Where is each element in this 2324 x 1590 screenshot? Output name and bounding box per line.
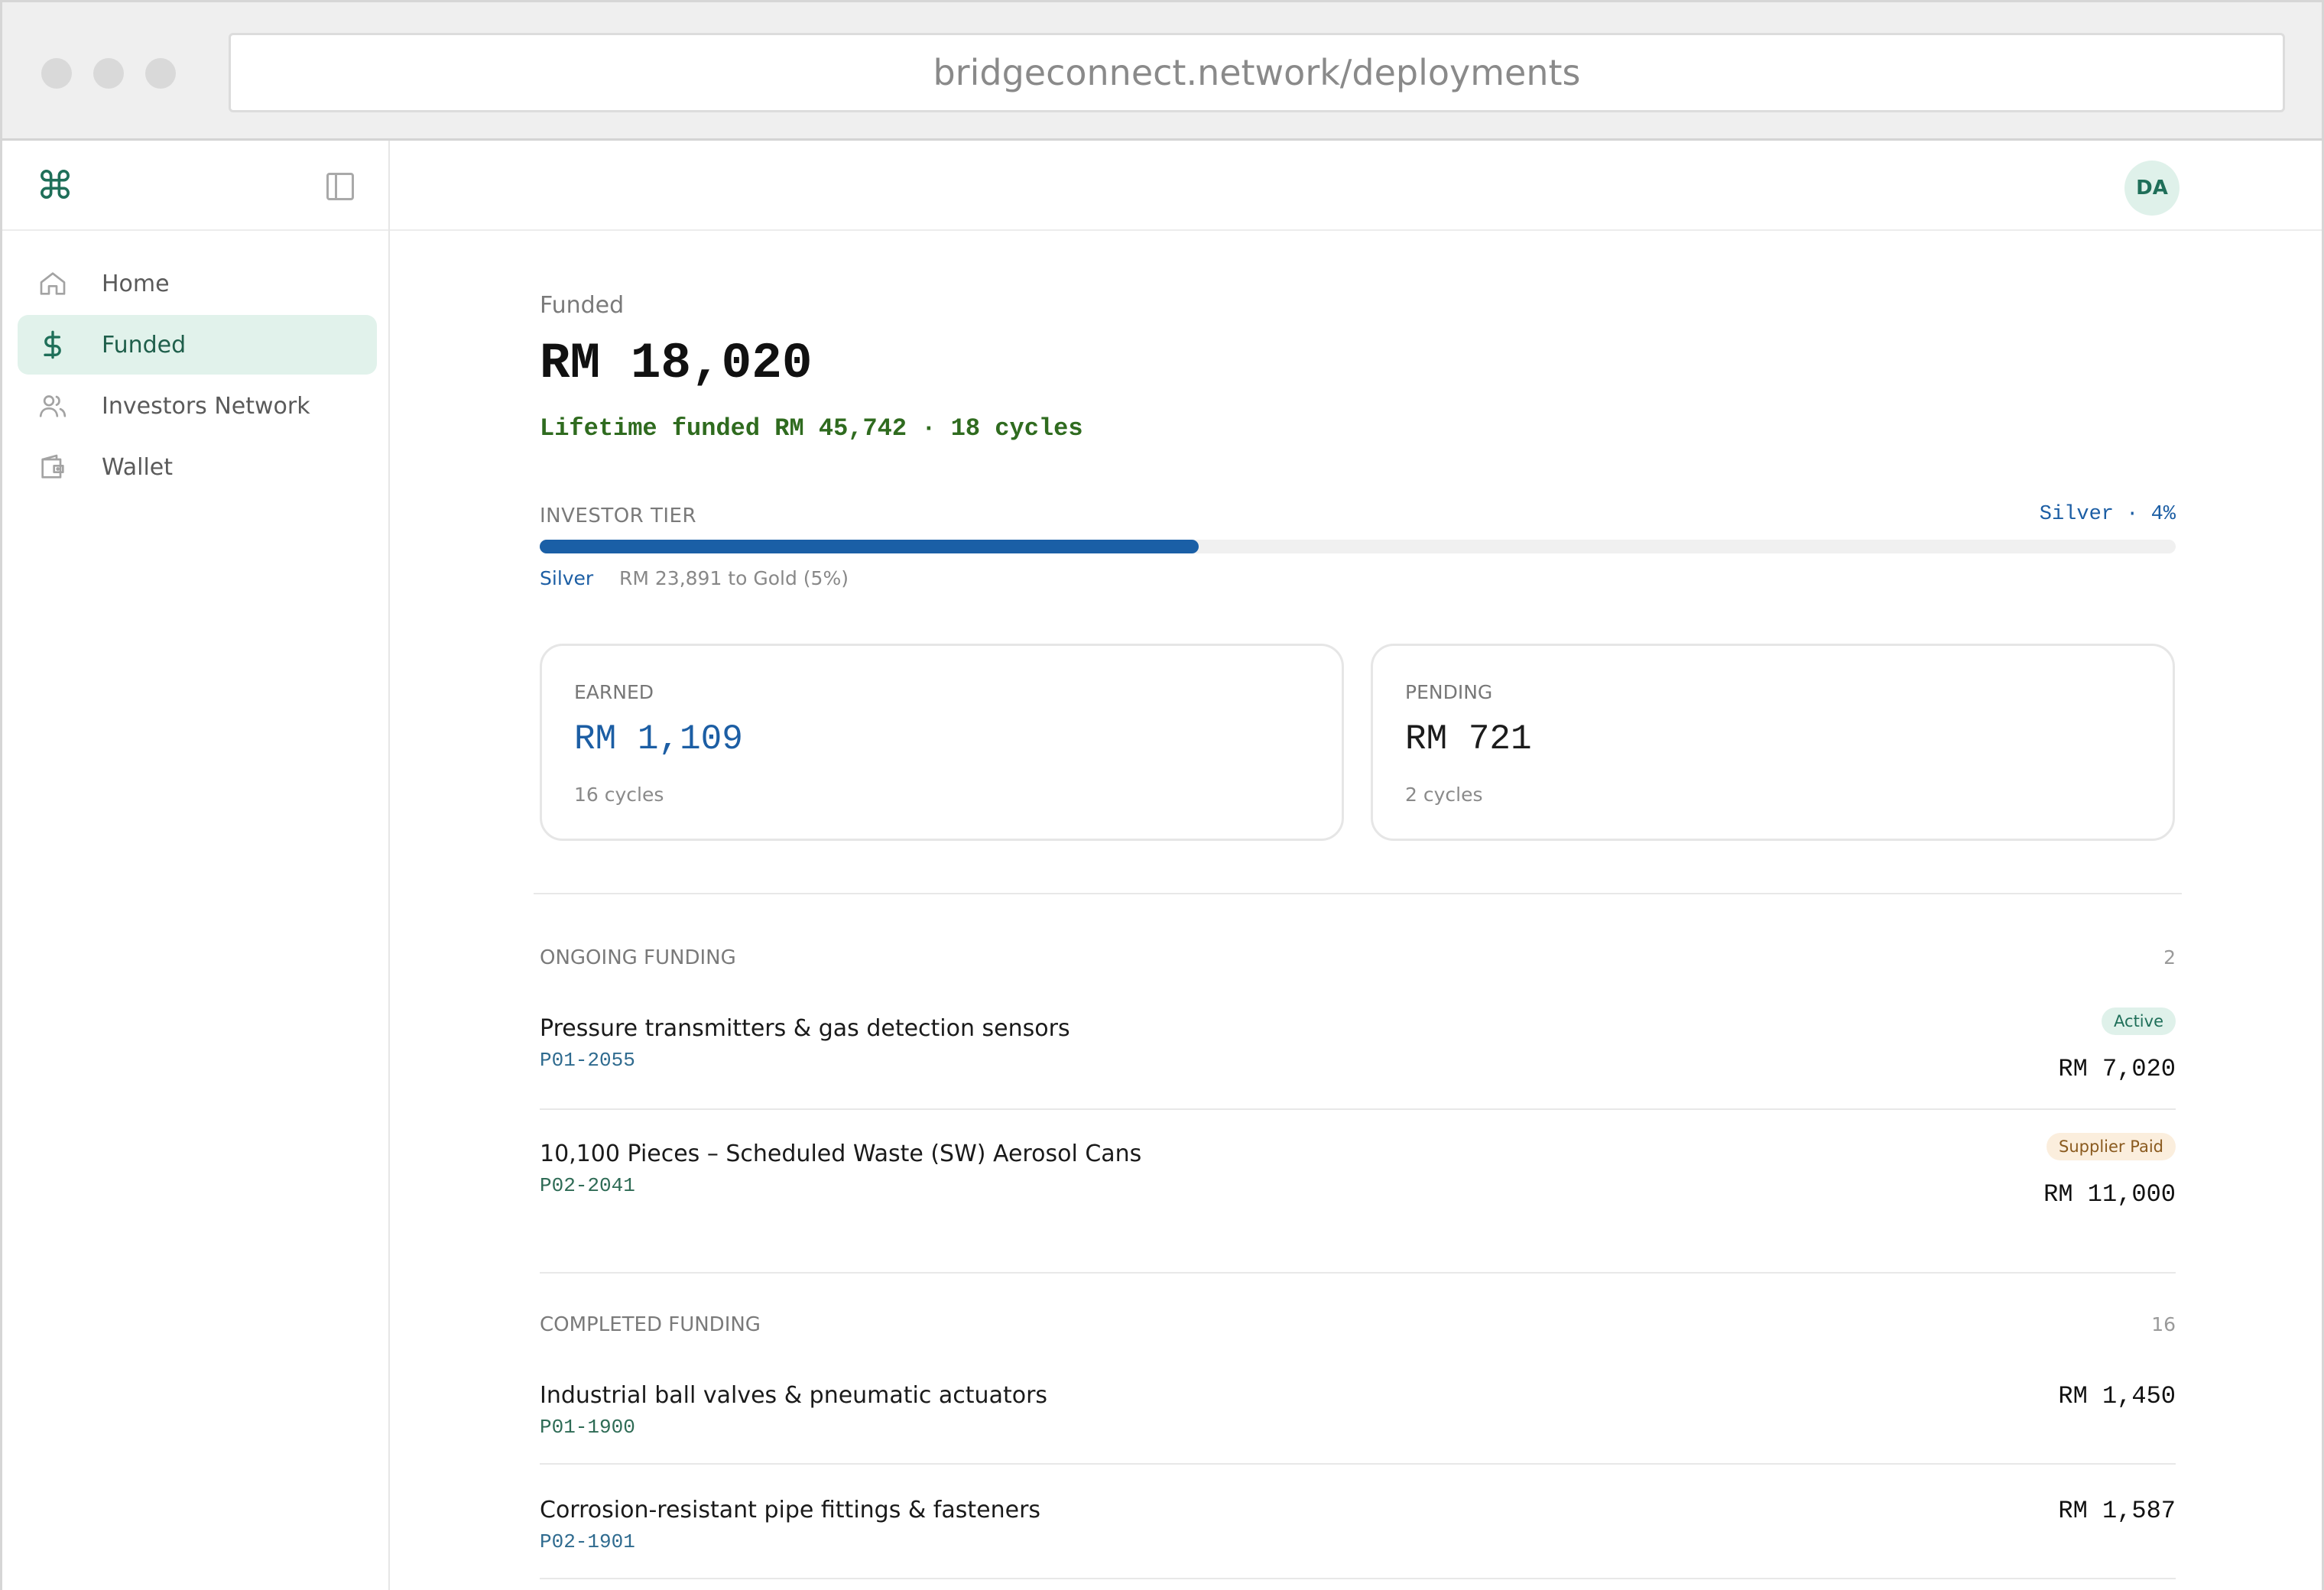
sidebar-toggle-icon[interactable]: [326, 173, 354, 200]
funding-title: Industrial ball valves & pneumatic actua…: [540, 1382, 1048, 1409]
command-icon[interactable]: ⌘: [36, 164, 74, 208]
funding-amount: RM 1,450: [2058, 1382, 2176, 1410]
sidebar-item-investors-network[interactable]: Investors Network: [18, 376, 377, 436]
pending-cycles: 2 cycles: [1405, 784, 1483, 806]
avatar[interactable]: DA: [2124, 161, 2180, 216]
window-minimize-dot[interactable]: [93, 58, 124, 89]
pending-card: PENDING RM 721 2 cycles: [1371, 644, 2175, 841]
funding-title: 10,100 Pieces – Scheduled Waste (SW) Aer…: [540, 1141, 1142, 1167]
investor-tier-rate: Silver · 4%: [2039, 503, 2176, 526]
top-bar: DA: [390, 141, 2322, 231]
row-divider: [540, 1578, 2176, 1579]
section-divider: [540, 1272, 2176, 1274]
row-divider: [540, 1108, 2176, 1110]
home-icon: [37, 268, 68, 299]
address-bar[interactable]: bridgeconnect.network/deployments: [229, 33, 2285, 112]
sidebar-item-label: Wallet: [102, 453, 174, 481]
window-close-dot[interactable]: [41, 58, 72, 89]
funding-title: Corrosion-resistant pipe fittings & fast…: [540, 1497, 1041, 1523]
funding-amount: RM 1,587: [2058, 1497, 2176, 1525]
users-icon: [37, 391, 68, 421]
earned-value: RM 1,109: [574, 719, 743, 759]
sidebar-item-label: Investors Network: [102, 392, 310, 420]
row-divider: [540, 1463, 2176, 1465]
completed-funding-title: COMPLETED FUNDING: [540, 1313, 761, 1336]
app-window: ⌘ Home Funded Investors Network Wallet D…: [0, 141, 2324, 1590]
sidebar-item-home[interactable]: Home: [18, 254, 377, 313]
status-badge: Active: [2102, 1008, 2176, 1035]
funding-id[interactable]: P01-1900: [540, 1416, 635, 1439]
funded-label: Funded: [540, 292, 625, 319]
sidebar-item-funded[interactable]: Funded: [18, 315, 377, 375]
ongoing-funding-title: ONGOING FUNDING: [540, 946, 736, 969]
earned-label: EARNED: [574, 681, 654, 703]
sidebar-item-label: Home: [102, 270, 170, 297]
earned-card: EARNED RM 1,109 16 cycles: [540, 644, 1344, 841]
tier-name: Silver: [540, 567, 594, 589]
sidebar-header: ⌘: [2, 141, 388, 231]
funding-id[interactable]: P02-1901: [540, 1530, 635, 1553]
lifetime-funded-summary: Lifetime funded RM 45,742 · 18 cycles: [540, 414, 1083, 443]
funded-amount: RM 18,020: [540, 335, 813, 392]
window-maximize-dot[interactable]: [145, 58, 176, 89]
sidebar-item-wallet[interactable]: Wallet: [18, 437, 377, 497]
dollar-icon: [37, 329, 68, 360]
funding-id[interactable]: P02-2041: [540, 1174, 635, 1197]
sidebar-item-label: Funded: [102, 331, 187, 359]
completed-funding-count: 16: [2151, 1313, 2176, 1335]
sidebar-nav: Home Funded Investors Network Wallet: [18, 254, 377, 498]
pending-label: PENDING: [1405, 681, 1493, 703]
section-divider: [534, 893, 2182, 894]
pending-value: RM 721: [1405, 719, 1532, 759]
earned-cycles: 16 cycles: [574, 784, 664, 806]
status-badge: Supplier Paid: [2046, 1133, 2176, 1160]
wallet-icon: [37, 452, 68, 482]
funding-title: Pressure transmitters & gas detection se…: [540, 1015, 1070, 1042]
funding-id[interactable]: P01-2055: [540, 1049, 635, 1072]
tier-next-note: RM 23,891 to Gold (5%): [619, 567, 849, 589]
investor-tier-label: INVESTOR TIER: [540, 505, 697, 527]
funding-amount: RM 11,000: [2043, 1180, 2176, 1209]
ongoing-funding-count: 2: [2163, 946, 2176, 969]
funding-amount: RM 7,020: [2058, 1055, 2176, 1083]
browser-chrome: bridgeconnect.network/deployments: [0, 0, 2324, 141]
sidebar: ⌘ Home Funded Investors Network Wallet: [2, 141, 390, 1590]
tier-progress-fill: [540, 540, 1199, 553]
